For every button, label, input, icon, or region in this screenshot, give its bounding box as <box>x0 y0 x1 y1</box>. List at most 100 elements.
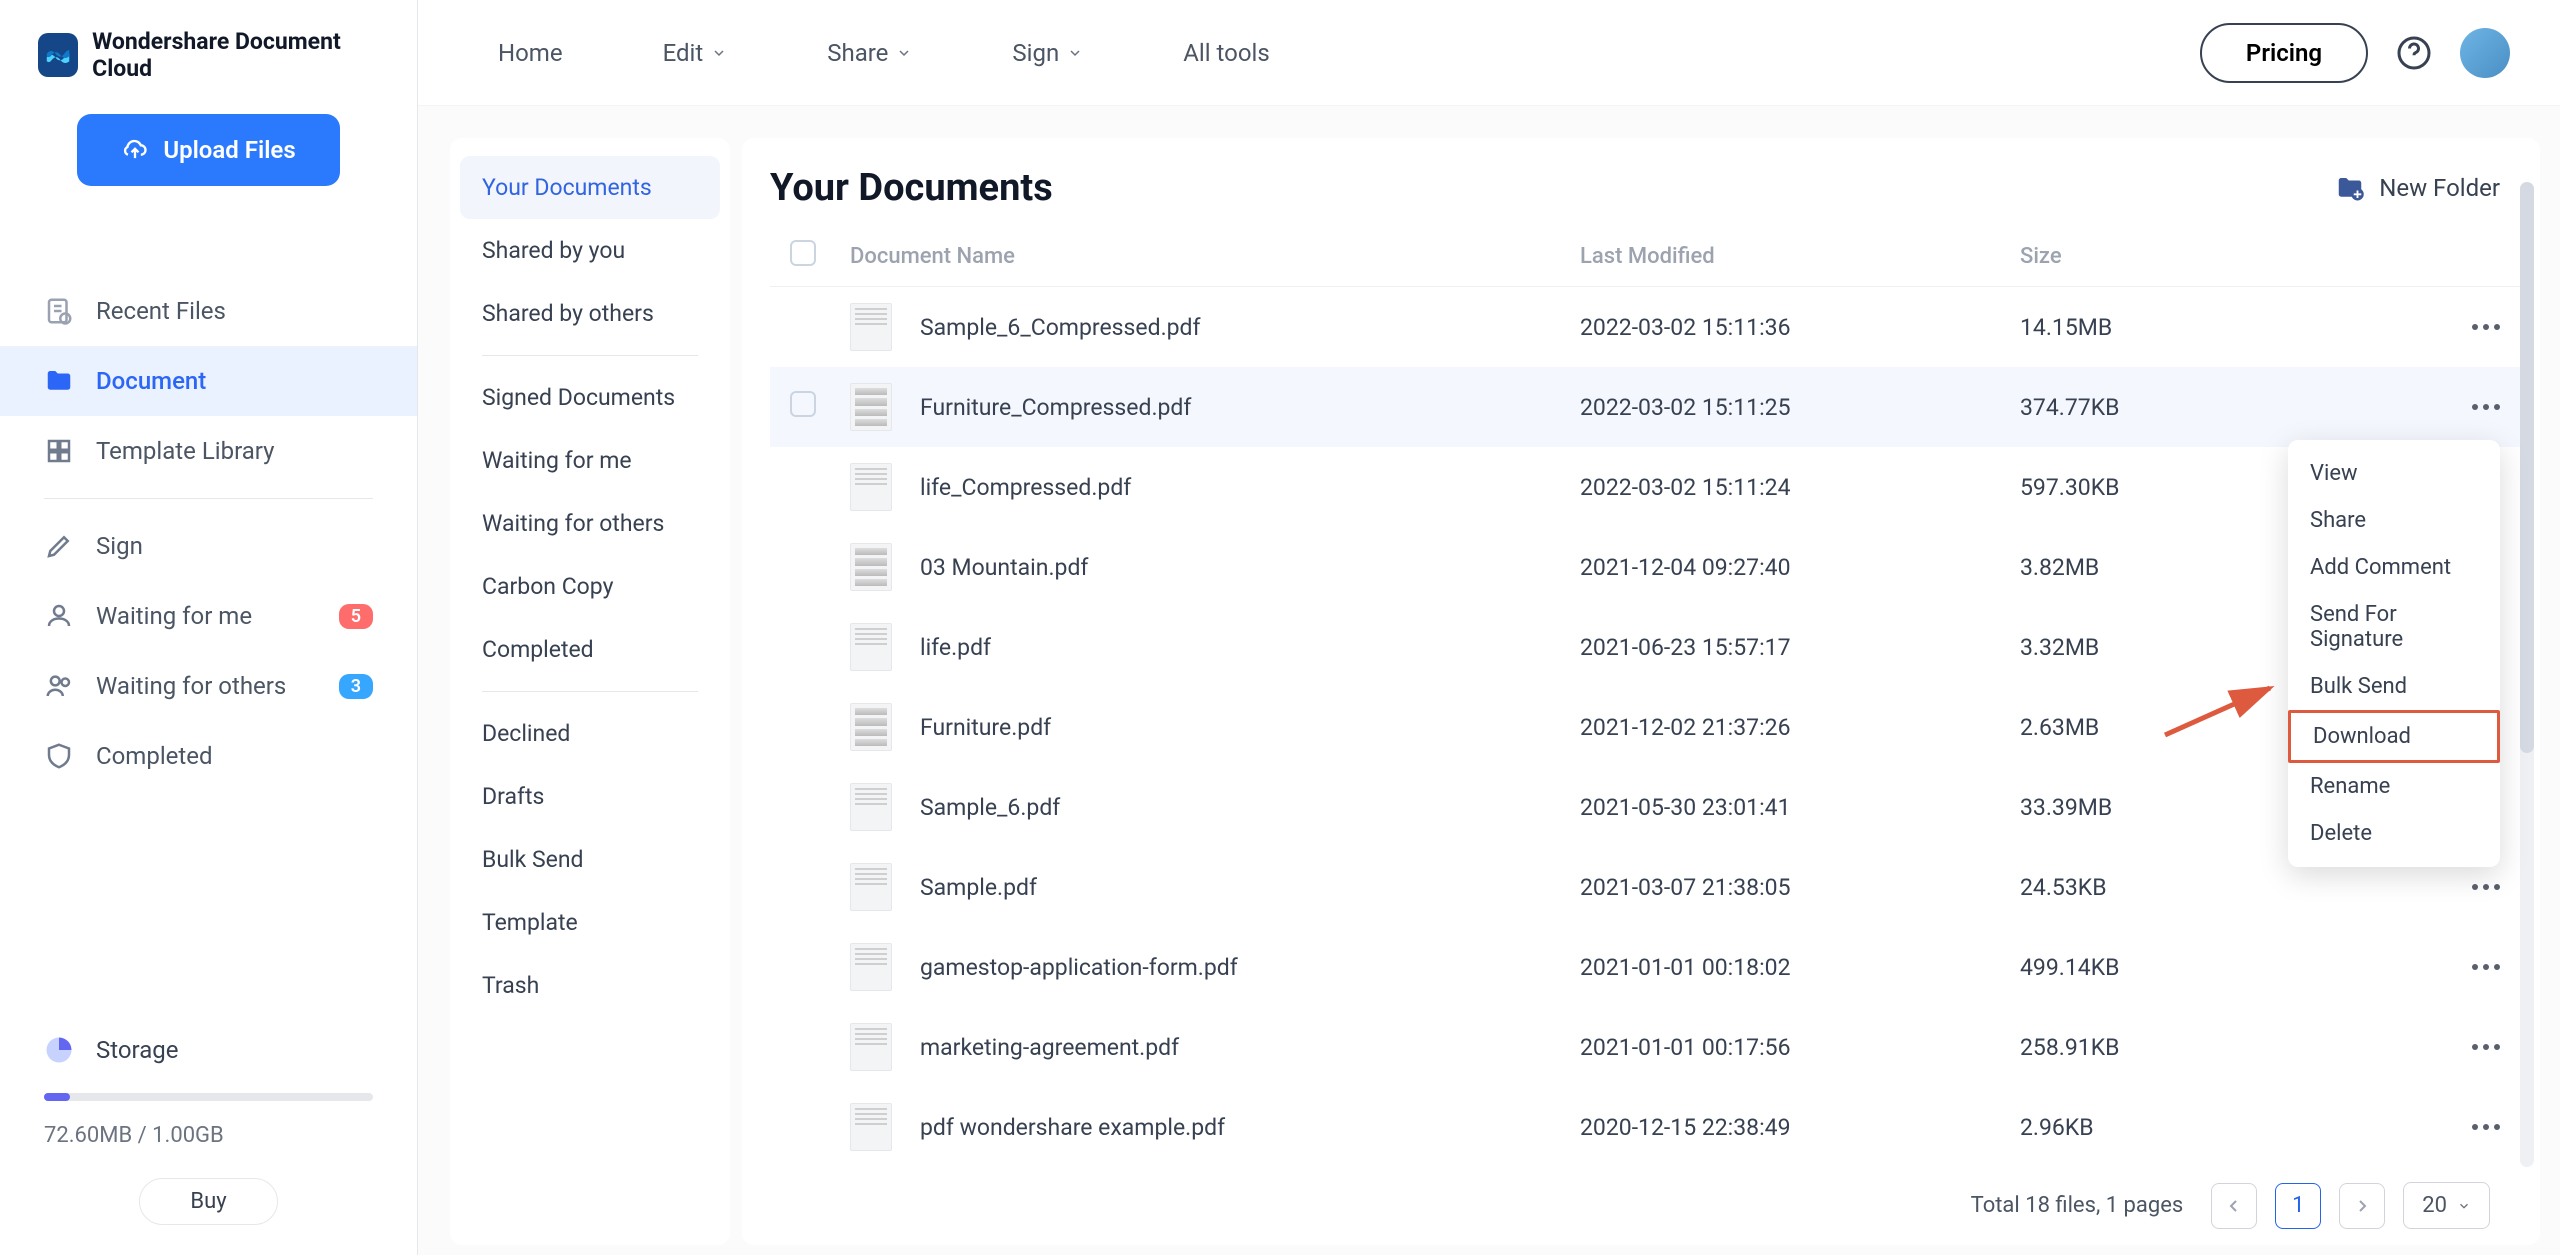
file-thumbnail-icon <box>850 703 892 751</box>
row-more-icon[interactable] <box>2420 1124 2500 1130</box>
file-name: pdf wondershare example.pdf <box>920 1114 1225 1141</box>
table-row[interactable]: Sample_6_Compressed.pdf2022-03-02 15:11:… <box>770 287 2520 367</box>
pricing-button[interactable]: Pricing <box>2200 23 2368 83</box>
table-row[interactable]: Furniture_Compressed.pdf2022-03-02 15:11… <box>770 367 2520 447</box>
topnav-all-tools[interactable]: All tools <box>1183 39 1270 67</box>
menu-delete[interactable]: Delete <box>2288 810 2500 857</box>
pie-icon <box>44 1035 74 1065</box>
nav-completed[interactable]: Completed <box>0 721 417 791</box>
topnav-edit[interactable]: Edit <box>663 39 728 67</box>
subnav-carbon-copy[interactable]: Carbon Copy <box>460 555 720 618</box>
table-row[interactable]: gamestop-application-form.pdf2021-01-01 … <box>770 927 2520 1007</box>
subnav-shared-by-you[interactable]: Shared by you <box>460 219 720 282</box>
chevron-down-icon <box>1067 45 1083 61</box>
table-row[interactable]: life_Compressed.pdf2022-03-02 15:11:2459… <box>770 447 2520 527</box>
column-name[interactable]: Document Name <box>850 244 1580 269</box>
table-row[interactable]: Furniture.pdf2021-12-02 21:37:262.63MB <box>770 687 2520 767</box>
row-more-icon[interactable] <box>2420 964 2500 970</box>
file-name: Sample_6_Compressed.pdf <box>920 314 1201 341</box>
storage-usage: 72.60MB / 1.00GB <box>44 1123 373 1148</box>
pagination: Total 18 files, 1 pages 1 20 <box>770 1164 2520 1229</box>
recent-files-icon <box>44 296 74 326</box>
buy-button[interactable]: Buy <box>139 1178 277 1225</box>
menu-send-signature[interactable]: Send For Signature <box>2288 591 2500 663</box>
brand-logo: Wondershare Document Cloud <box>0 0 417 110</box>
table-header: Document Name Last Modified Size <box>770 226 2520 287</box>
nav-recent-files[interactable]: Recent Files <box>0 276 417 346</box>
upload-files-button[interactable]: Upload Files <box>77 114 339 186</box>
pager-next[interactable] <box>2339 1183 2385 1229</box>
nav-sign[interactable]: Sign <box>0 511 417 581</box>
file-name: gamestop-application-form.pdf <box>920 954 1238 981</box>
column-modified[interactable]: Last Modified <box>1580 244 2020 269</box>
main-nav: Recent Files Document Template Library S… <box>0 276 417 791</box>
table-row[interactable]: pdf wondershare example.pdf2020-12-15 22… <box>770 1087 2520 1164</box>
topnav-home[interactable]: Home <box>498 39 563 67</box>
subnav-bulk-send[interactable]: Bulk Send <box>460 828 720 891</box>
brand-text: Wondershare Document Cloud <box>92 28 379 82</box>
subnav-your-documents[interactable]: Your Documents <box>460 156 720 219</box>
chevron-down-icon <box>896 45 912 61</box>
new-folder-icon <box>2335 173 2365 203</box>
menu-share[interactable]: Share <box>2288 497 2500 544</box>
menu-bulk-send[interactable]: Bulk Send <box>2288 663 2500 710</box>
upload-label: Upload Files <box>163 136 295 164</box>
nav-document[interactable]: Document <box>0 346 417 416</box>
table-row[interactable]: marketing-agreement.pdf2021-01-01 00:17:… <box>770 1007 2520 1087</box>
users-icon <box>44 671 74 701</box>
menu-view[interactable]: View <box>2288 450 2500 497</box>
nav-waiting-for-me[interactable]: Waiting for me 5 <box>0 581 417 651</box>
row-checkbox[interactable] <box>790 391 816 417</box>
new-folder-button[interactable]: New Folder <box>2335 173 2500 203</box>
documents-panel: Your Documents New Folder Document Name … <box>742 138 2540 1245</box>
user-icon <box>44 601 74 631</box>
subnav-waiting-for-me[interactable]: Waiting for me <box>460 429 720 492</box>
table-row[interactable]: 03 Mountain.pdf2021-12-04 09:27:403.82MB <box>770 527 2520 607</box>
menu-download[interactable]: Download <box>2288 710 2500 763</box>
menu-rename[interactable]: Rename <box>2288 763 2500 810</box>
table-row[interactable]: life.pdf2021-06-23 15:57:173.32MB <box>770 607 2520 687</box>
shield-icon <box>44 741 74 771</box>
row-more-icon[interactable] <box>2420 404 2500 410</box>
select-all-checkbox[interactable] <box>790 240 816 266</box>
documents-header: Your Documents New Folder <box>770 166 2520 210</box>
row-more-icon[interactable] <box>2420 1044 2500 1050</box>
table-row[interactable]: Sample.pdf2021-03-07 21:38:0524.53KB <box>770 847 2520 927</box>
divider <box>44 498 373 499</box>
subnav-signed-documents[interactable]: Signed Documents <box>460 366 720 429</box>
subnav-template[interactable]: Template <box>460 891 720 954</box>
chevron-right-icon <box>2354 1198 2370 1214</box>
subnav-completed[interactable]: Completed <box>460 618 720 681</box>
file-thumbnail-icon <box>850 1023 892 1071</box>
row-more-icon[interactable] <box>2420 324 2500 330</box>
file-modified: 2021-05-30 23:01:41 <box>1580 794 2020 821</box>
scrollbar[interactable] <box>2520 182 2534 1167</box>
chevron-down-icon <box>711 45 727 61</box>
subnav-shared-by-others[interactable]: Shared by others <box>460 282 720 345</box>
user-avatar[interactable] <box>2460 28 2510 78</box>
file-modified: 2021-12-02 21:37:26 <box>1580 714 2020 741</box>
help-icon[interactable] <box>2396 35 2432 71</box>
menu-add-comment[interactable]: Add Comment <box>2288 544 2500 591</box>
subnav-drafts[interactable]: Drafts <box>460 765 720 828</box>
subnav-trash[interactable]: Trash <box>460 954 720 1017</box>
storage-section: Storage 72.60MB / 1.00GB Buy <box>0 1015 417 1255</box>
row-more-icon[interactable] <box>2420 884 2500 890</box>
pager-page-size[interactable]: 20 <box>2403 1182 2490 1229</box>
scrollbar-thumb[interactable] <box>2520 182 2534 753</box>
file-modified: 2021-06-23 15:57:17 <box>1580 634 2020 661</box>
file-size: 258.91KB <box>2020 1034 2420 1061</box>
subnav: Your Documents Shared by you Shared by o… <box>450 138 730 1245</box>
pencil-icon <box>44 531 74 561</box>
waiting-others-badge: 3 <box>339 674 373 699</box>
table-row[interactable]: Sample_6.pdf2021-05-30 23:01:4133.39MB <box>770 767 2520 847</box>
subnav-waiting-for-others[interactable]: Waiting for others <box>460 492 720 555</box>
nav-template-library[interactable]: Template Library <box>0 416 417 486</box>
topnav-share[interactable]: Share <box>827 39 912 67</box>
pager-page-1[interactable]: 1 <box>2275 1183 2321 1229</box>
file-name: marketing-agreement.pdf <box>920 1034 1179 1061</box>
nav-waiting-for-others[interactable]: Waiting for others 3 <box>0 651 417 721</box>
column-size[interactable]: Size <box>2020 244 2420 269</box>
subnav-declined[interactable]: Declined <box>460 702 720 765</box>
topnav-sign[interactable]: Sign <box>1012 39 1083 67</box>
